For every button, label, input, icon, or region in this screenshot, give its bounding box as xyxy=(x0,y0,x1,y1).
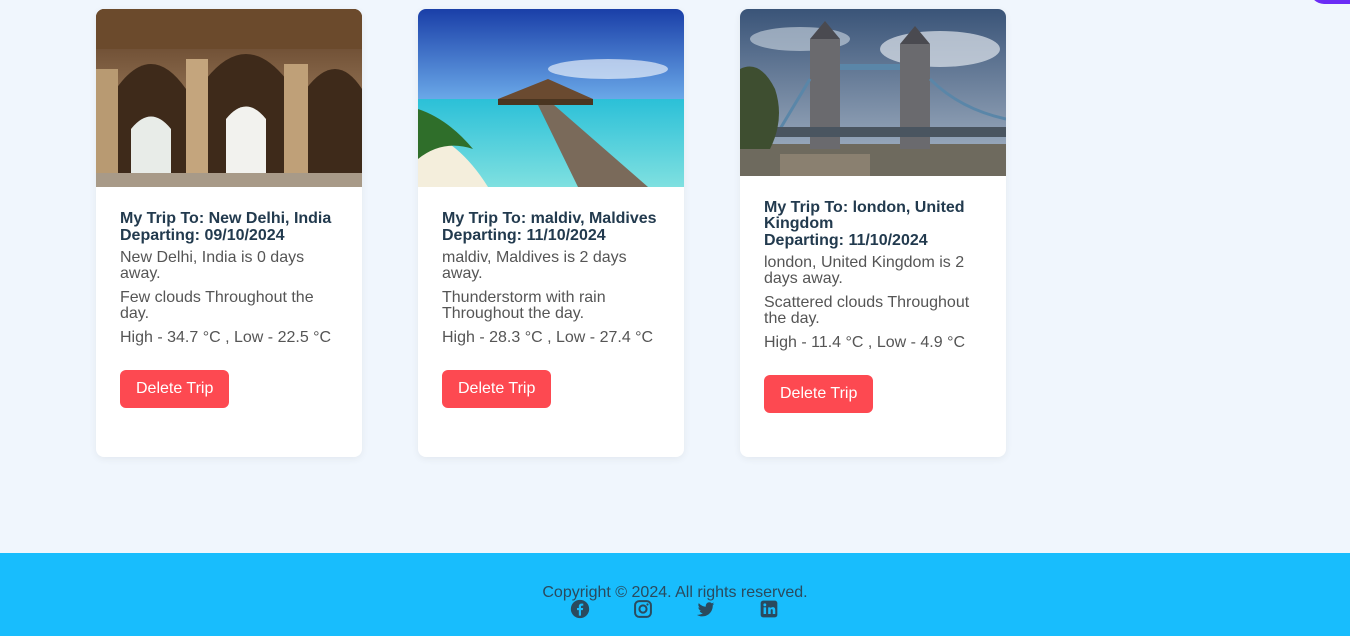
trip-distance: maldiv, Maldives is 2 days away. xyxy=(442,249,627,282)
trip-card: My Trip To: New Delhi, India Departing: … xyxy=(96,9,362,457)
trip-temperature: High - 34.7 °C , Low - 22.5 °C xyxy=(120,329,332,346)
trip-departing: Departing: 11/10/2024 xyxy=(442,227,606,244)
footer: Copyright © 2024. All rights reserved. xyxy=(0,553,1350,636)
trip-temperature: High - 28.3 °C , Low - 27.4 °C xyxy=(442,329,654,346)
trip-weather: Scattered clouds Throughout the day. xyxy=(764,294,970,327)
trip-departing: Departing: 09/10/2024 xyxy=(120,227,285,244)
trip-title: My Trip To: london, United Kingdom xyxy=(764,199,965,232)
delete-trip-button[interactable]: Delete Trip xyxy=(442,370,552,408)
delete-trip-button[interactable]: Delete Trip xyxy=(120,370,230,408)
corner-accent xyxy=(1310,0,1350,4)
trip-title: My Trip To: New Delhi, India xyxy=(120,210,332,227)
facebook-icon[interactable] xyxy=(570,599,590,619)
trip-card: My Trip To: maldiv, Maldives Departing: … xyxy=(418,9,684,457)
trip-title: My Trip To: maldiv, Maldives xyxy=(442,210,657,227)
trip-card: My Trip To: london, United Kingdom Depar… xyxy=(740,9,1006,457)
social-links xyxy=(570,599,779,619)
tower-bridge-photo xyxy=(740,9,1006,176)
trip-distance: london, United Kingdom is 2 days away. xyxy=(764,254,965,287)
trip-distance: New Delhi, India is 0 days away. xyxy=(120,249,305,282)
palace-photo xyxy=(96,9,362,187)
beach-photo xyxy=(418,9,684,187)
twitter-icon[interactable] xyxy=(696,599,716,619)
trip-weather: Few clouds Throughout the day. xyxy=(120,289,314,322)
delete-trip-button[interactable]: Delete Trip xyxy=(764,375,874,413)
linkedin-icon[interactable] xyxy=(759,599,779,619)
trip-temperature: High - 11.4 °C , Low - 4.9 °C xyxy=(764,334,966,351)
trip-departing: Departing: 11/10/2024 xyxy=(764,232,928,249)
instagram-icon[interactable] xyxy=(633,599,653,619)
trip-cards: My Trip To: New Delhi, India Departing: … xyxy=(96,9,1006,457)
trip-weather: Thunderstorm with rain Throughout the da… xyxy=(442,289,606,322)
